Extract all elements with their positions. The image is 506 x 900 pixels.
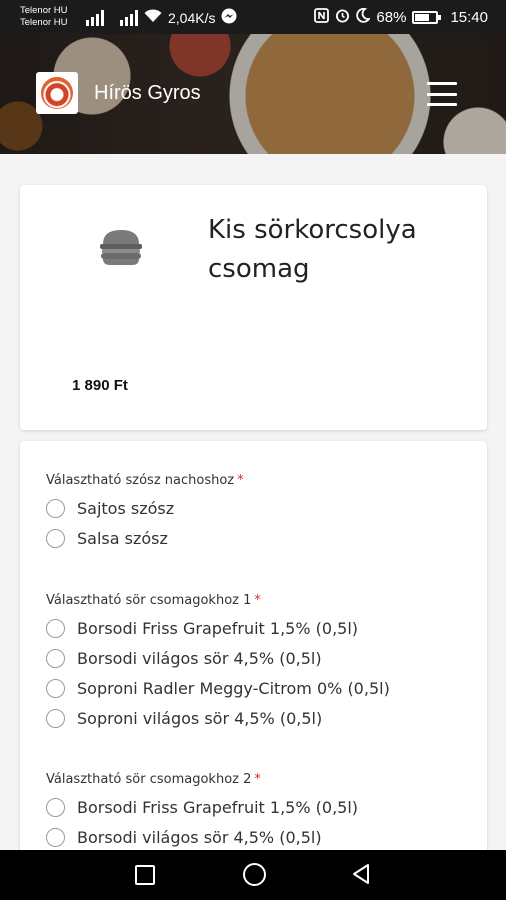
- gyros-logo-icon: [41, 77, 73, 109]
- carrier-label-1: Telenor HU: [20, 5, 68, 16]
- wifi-icon: [144, 9, 162, 26]
- status-bar: Telenor HU Telenor HU 2,04K/s 68% 15:40: [0, 0, 506, 34]
- option-group-title: Választható sör csomagokhoz 2 *: [46, 772, 261, 787]
- radio-button[interactable]: [46, 708, 65, 728]
- radio-button[interactable]: [46, 618, 65, 638]
- signal-icon: [86, 9, 104, 26]
- back-icon[interactable]: [349, 862, 373, 886]
- radio-option[interactable]: Borsodi Friss Grapefruit 1,5% (0,5l): [46, 613, 390, 643]
- signal-icon-2: [120, 9, 138, 26]
- moon-icon: [356, 7, 372, 27]
- radio-button[interactable]: [46, 498, 65, 518]
- product-name: Kis sörkorcsolya csomag: [208, 215, 417, 284]
- option-group-sauce: Választható szósz nachoshoz * Sajtos szós…: [46, 473, 244, 553]
- battery-percent: 68%: [376, 9, 407, 26]
- recent-apps-icon[interactable]: [135, 865, 155, 885]
- home-icon[interactable]: [243, 863, 266, 886]
- hamburger-menu-icon[interactable]: [427, 82, 457, 106]
- radio-option[interactable]: Borsodi világos sör 4,5% (0,5l): [46, 822, 358, 852]
- option-group-beer-1: Választható sör csomagokhoz 1 * Borsodi F…: [46, 593, 390, 733]
- options-card: Választható szósz nachoshoz * Sajtos szós…: [20, 441, 487, 861]
- option-group-title: Választható szósz nachoshoz *: [46, 473, 244, 488]
- radio-button[interactable]: [46, 678, 65, 698]
- radio-button[interactable]: [46, 648, 65, 668]
- network-speed: 2,04K/s: [168, 9, 216, 26]
- required-mark: *: [237, 473, 244, 488]
- messenger-icon: [221, 8, 237, 27]
- radio-button[interactable]: [46, 827, 65, 847]
- required-mark: *: [254, 593, 261, 608]
- radio-option[interactable]: Borsodi világos sör 4,5% (0,5l): [46, 643, 390, 673]
- radio-option[interactable]: Borsodi Friss Grapefruit 1,5% (0,5l): [46, 792, 358, 822]
- radio-option[interactable]: Sajtos szósz: [46, 493, 244, 523]
- alarm-icon: [335, 8, 350, 27]
- clock: 15:40: [450, 9, 488, 26]
- radio-option[interactable]: Soproni Radler Meggy-Citrom 0% (0,5l): [46, 673, 390, 703]
- restaurant-logo[interactable]: [36, 72, 78, 114]
- option-group-title: Választható sör csomagokhoz 1 *: [46, 593, 261, 608]
- product-card: Kis sörkorcsolya csomag 1 890 Ft: [20, 185, 487, 430]
- battery-icon: [412, 11, 442, 24]
- navigation-bar: [0, 850, 506, 900]
- restaurant-name: Hírös Gyros: [94, 82, 201, 104]
- radio-button[interactable]: [46, 797, 65, 817]
- radio-option[interactable]: Soproni világos sör 4,5% (0,5l): [46, 703, 390, 733]
- product-price: 1 890 Ft: [72, 377, 128, 394]
- radio-option[interactable]: Salsa szósz: [46, 523, 244, 553]
- nfc-icon: [314, 8, 330, 27]
- carrier-label-2: Telenor HU: [20, 17, 68, 28]
- option-group-beer-2: Választható sör csomagokhoz 2 * Borsodi F…: [46, 772, 358, 852]
- radio-button[interactable]: [46, 528, 65, 548]
- app-header: Hírös Gyros: [0, 34, 506, 154]
- burger-icon: [98, 228, 144, 266]
- required-mark: *: [254, 772, 261, 787]
